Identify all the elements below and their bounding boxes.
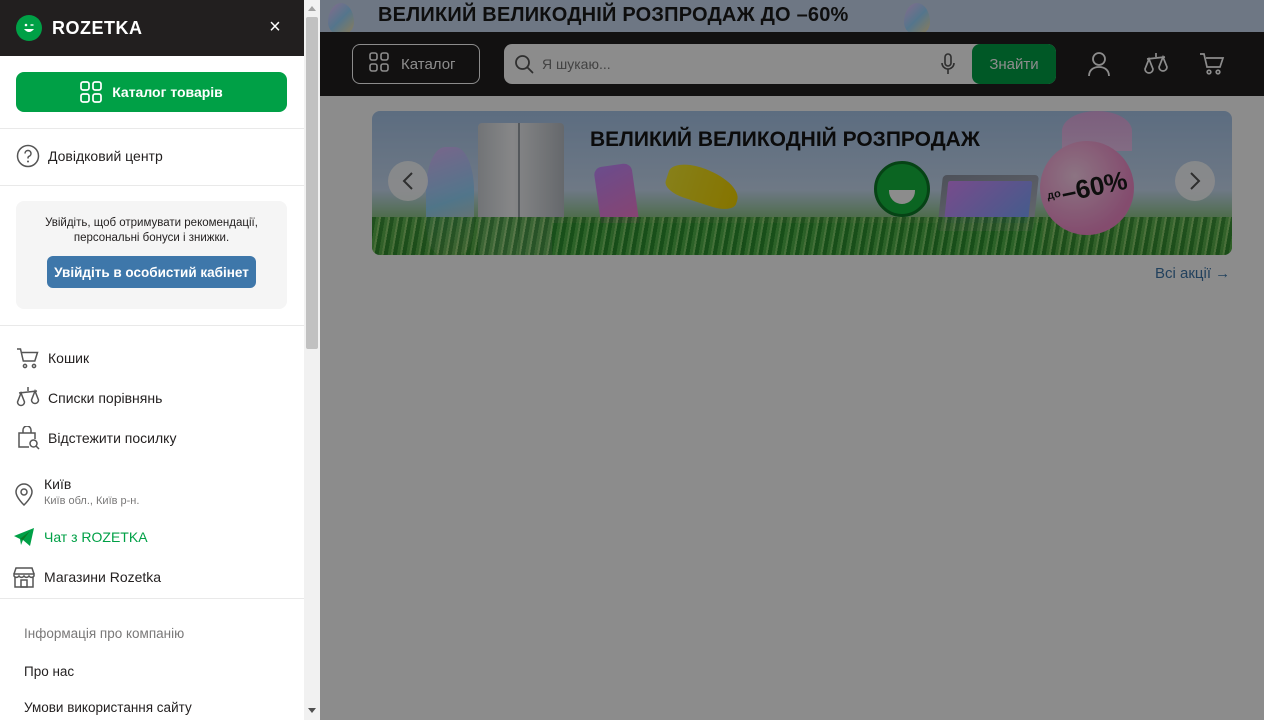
help-center-label: Довідковий центр bbox=[48, 148, 163, 164]
divider bbox=[0, 128, 304, 129]
about-us-link[interactable]: Про нас bbox=[24, 664, 74, 679]
terms-link[interactable]: Умови використання сайту bbox=[24, 700, 192, 715]
cart-link[interactable]: Кошик bbox=[16, 346, 89, 370]
location-selector[interactable]: Київ Київ обл., Київ р-н. bbox=[12, 476, 139, 507]
company-info-title: Інформація про компанію bbox=[24, 626, 185, 641]
catalog-button[interactable]: Каталог товарів bbox=[16, 72, 287, 112]
help-center-link[interactable]: Довідковий центр bbox=[16, 144, 163, 168]
drawer-scrollbar[interactable] bbox=[304, 0, 320, 720]
catalog-button-label: Каталог товарів bbox=[112, 84, 223, 100]
compare-lists-link[interactable]: Списки порівнянь bbox=[16, 386, 162, 410]
modal-overlay[interactable] bbox=[320, 0, 1264, 720]
chat-label: Чат з ROZETKA bbox=[44, 529, 148, 545]
divider bbox=[0, 185, 304, 186]
stores-label: Магазини Rozetka bbox=[44, 569, 162, 585]
telegram-icon bbox=[12, 525, 36, 549]
side-drawer: ROZETKA × Каталог товарів Довідковий цен… bbox=[0, 0, 304, 720]
scroll-thumb[interactable] bbox=[306, 17, 318, 349]
cart-label: Кошик bbox=[48, 350, 90, 366]
track-parcel-link[interactable]: Відстежити посилку bbox=[16, 426, 176, 450]
parcel-search-icon bbox=[16, 426, 40, 450]
divider bbox=[0, 598, 304, 599]
location-region: Київ обл., Київ р-н. bbox=[44, 495, 140, 507]
stores-link[interactable]: Магазини Rozetka bbox=[12, 565, 161, 589]
rozetka-logo-icon[interactable] bbox=[16, 15, 42, 41]
logo-text[interactable]: ROZETKA bbox=[52, 18, 143, 39]
location-text: Київ Київ обл., Київ р-н. bbox=[44, 476, 139, 507]
store-icon bbox=[12, 565, 36, 589]
divider bbox=[0, 325, 304, 326]
location-pin-icon bbox=[12, 482, 36, 506]
login-button[interactable]: Увійдіть в особистий кабінет bbox=[47, 256, 256, 288]
chat-link[interactable]: Чат з ROZETKA bbox=[12, 525, 148, 549]
drawer-header: ROZETKA × bbox=[0, 0, 304, 56]
scroll-down-arrow-icon[interactable] bbox=[308, 708, 316, 713]
login-message: Увійдіть, щоб отримувати рекомендації, п… bbox=[45, 217, 258, 244]
cart-icon bbox=[16, 346, 40, 370]
track-parcel-label: Відстежити посилку bbox=[48, 430, 177, 446]
grid-icon bbox=[80, 81, 103, 103]
location-city: Київ bbox=[44, 476, 72, 492]
compare-icon bbox=[16, 386, 40, 410]
compare-lists-label: Списки порівнянь bbox=[48, 390, 163, 406]
scroll-up-arrow-icon[interactable] bbox=[308, 6, 316, 11]
login-card: Увійдіть, щоб отримувати рекомендації, п… bbox=[16, 201, 287, 309]
close-icon[interactable]: × bbox=[266, 17, 284, 37]
help-icon bbox=[16, 144, 40, 168]
